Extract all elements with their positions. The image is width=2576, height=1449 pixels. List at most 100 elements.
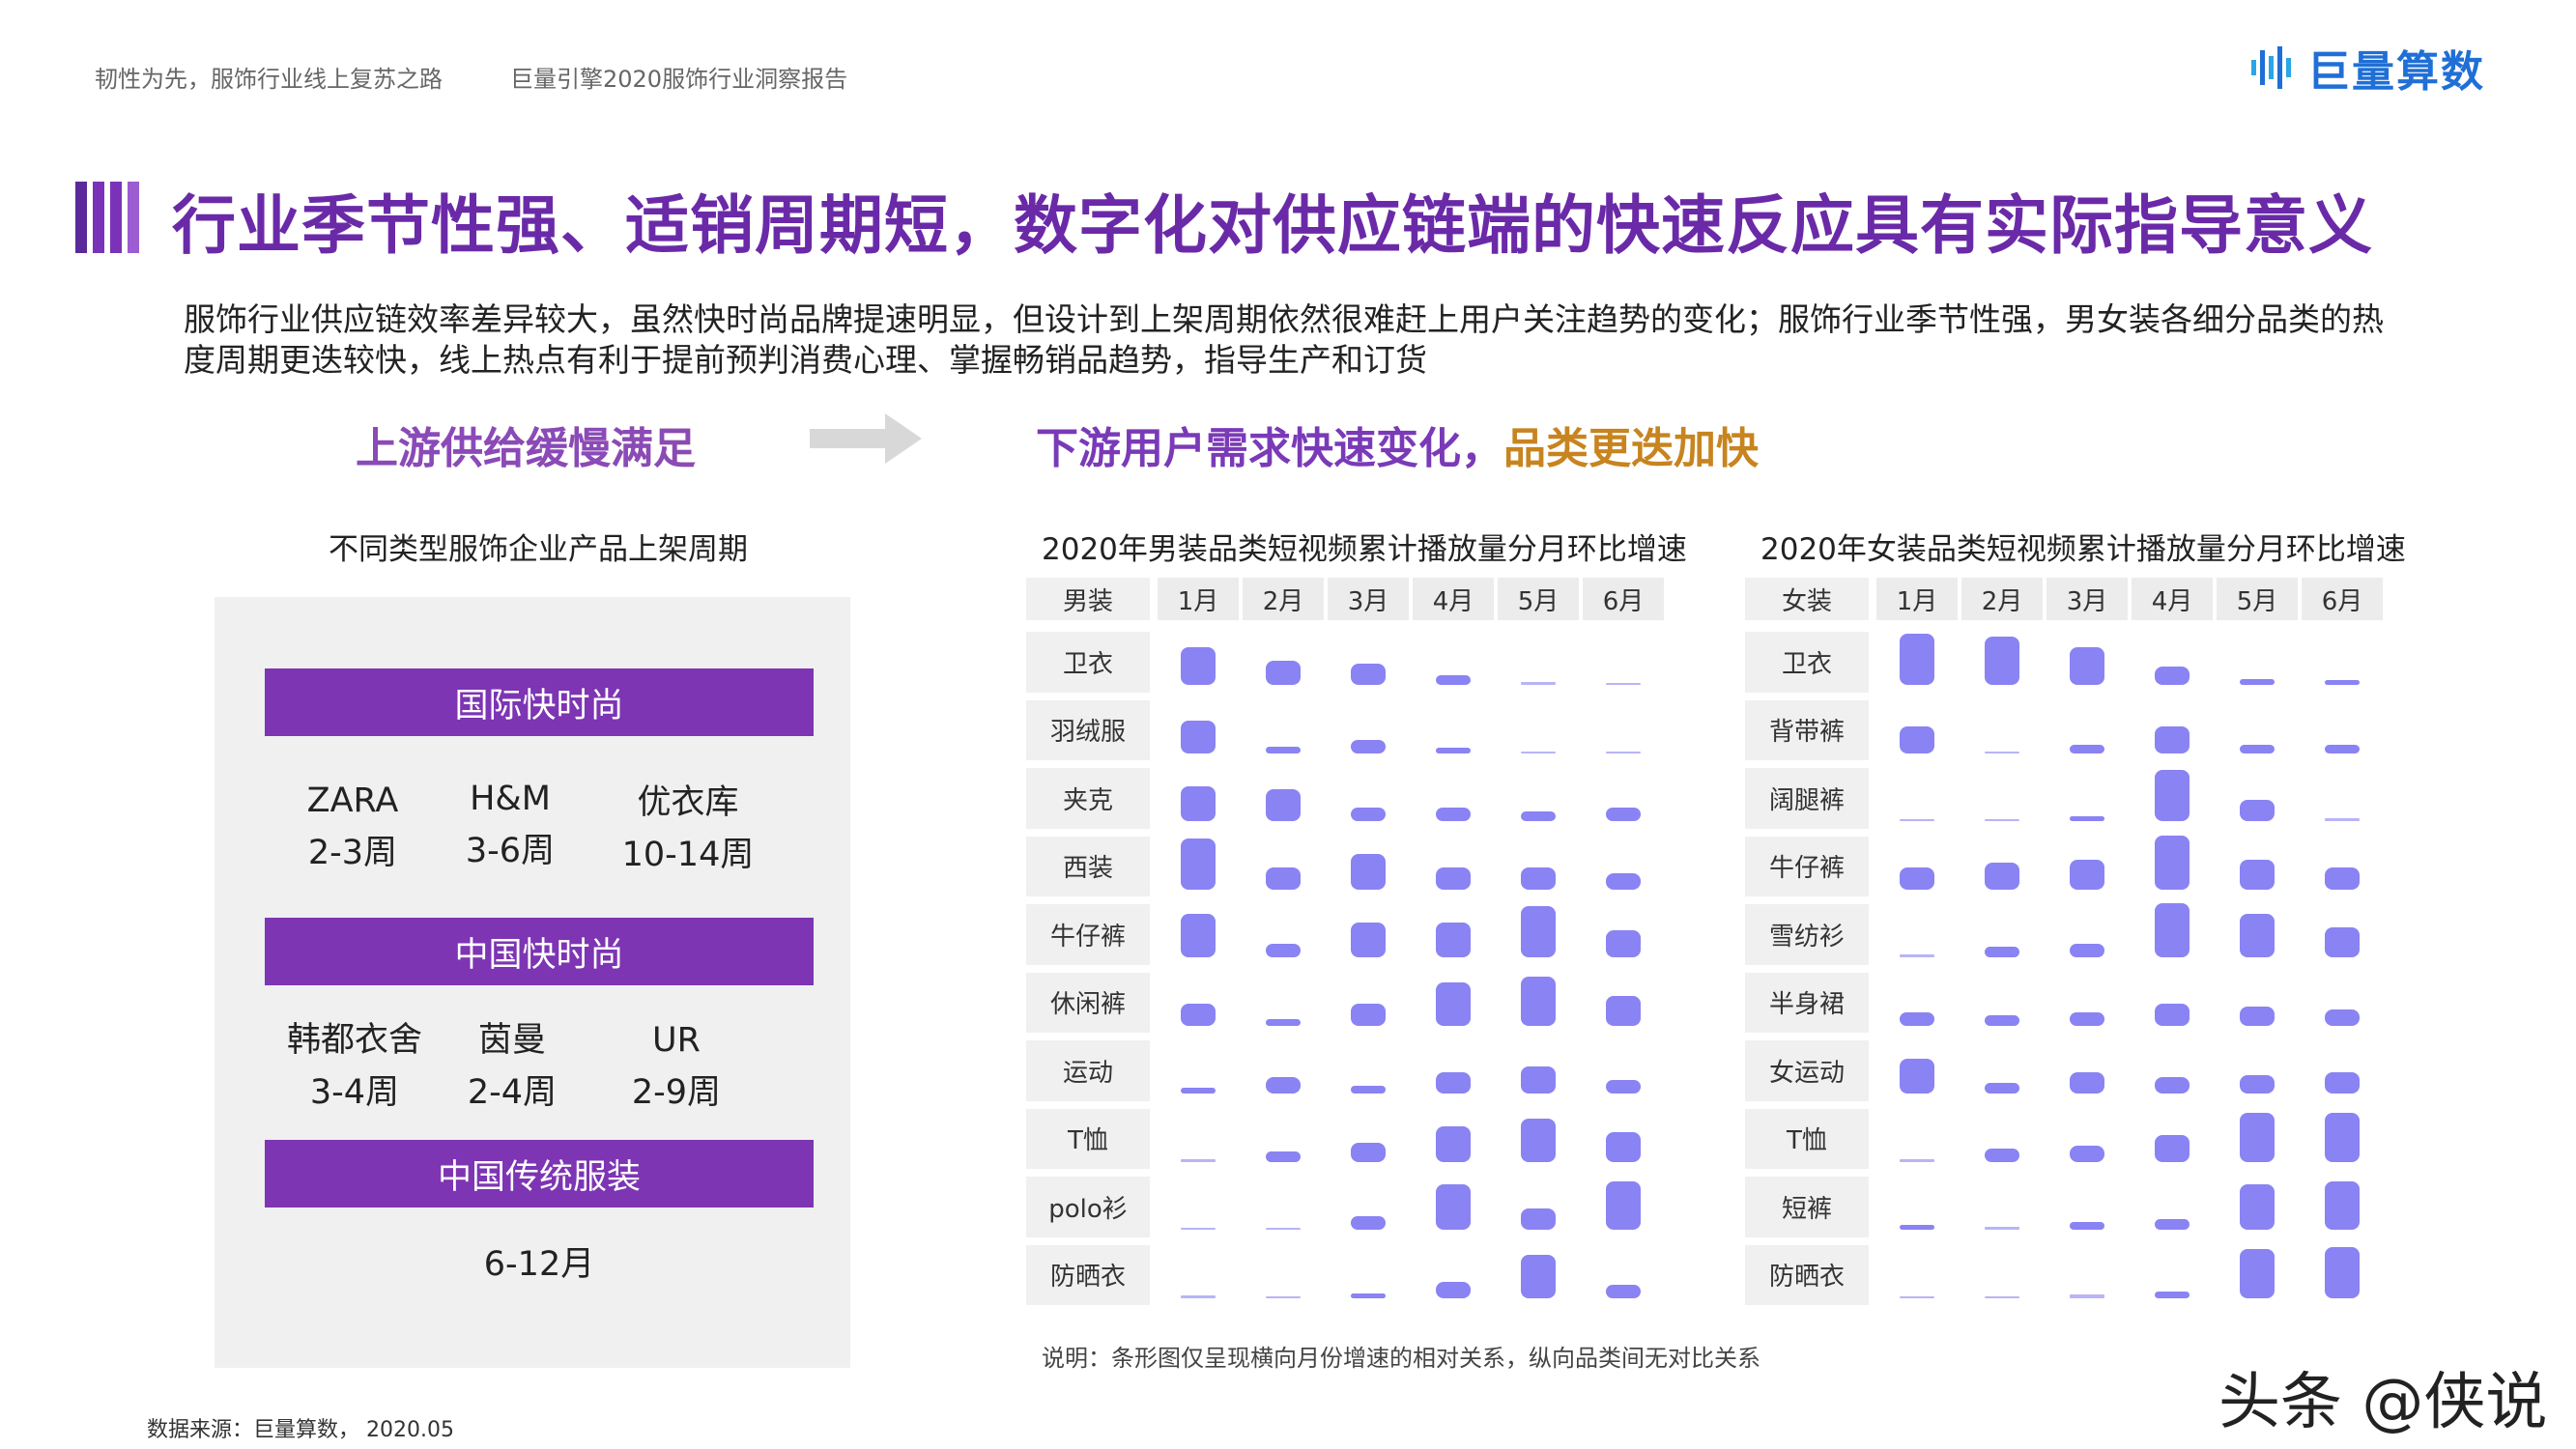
growth-bar <box>1436 1126 1471 1162</box>
brand-name: H&M <box>470 780 551 818</box>
month-header: 5月 <box>1498 578 1579 620</box>
growth-bar <box>2070 1145 2104 1162</box>
growth-bar <box>1436 808 1471 822</box>
title-decoration <box>75 182 151 253</box>
growth-bar <box>1521 1254 1556 1298</box>
growth-bar <box>2155 1219 2190 1231</box>
growth-bar <box>1900 634 1934 686</box>
growth-bar <box>1521 751 1556 753</box>
group-bar-china-fast-fashion: 中国快时尚 <box>265 918 814 985</box>
growth-bar <box>1266 867 1301 890</box>
month-header: 3月 <box>2046 578 2128 620</box>
growth-bar <box>2155 1077 2190 1094</box>
growth-bar <box>1606 683 1641 686</box>
category-label: 防晒衣 <box>1026 1244 1150 1305</box>
growth-bar <box>2240 799 2275 822</box>
description: 服饰行业供应链效率差异较大，虽然快时尚品牌提速明显，但设计到上架周期依然很难赶上… <box>184 300 2384 379</box>
growth-bar <box>1985 862 2019 890</box>
brand-period: 3-6周 <box>465 832 556 870</box>
growth-bar <box>2070 859 2104 890</box>
growth-bar <box>1521 977 1556 1026</box>
growth-bar <box>1436 748 1471 753</box>
category-label: 防晒衣 <box>1745 1244 1869 1305</box>
growth-bar <box>1900 1158 1934 1162</box>
left-panel-title: 不同类型服饰企业产品上架周期 <box>329 532 748 567</box>
growth-bar <box>1266 944 1301 958</box>
month-header: 6月 <box>2302 578 2383 620</box>
growth-bar <box>1351 854 1386 890</box>
growth-bar <box>1985 947 2019 958</box>
brand-period: 10-14周 <box>621 836 755 874</box>
growth-bar <box>1900 725 1934 753</box>
growth-bar <box>1351 1293 1386 1298</box>
growth-bar <box>2155 725 2190 753</box>
month-header: 2月 <box>1961 578 2043 620</box>
growth-bar <box>1181 785 1216 822</box>
category-label: 羽绒服 <box>1026 699 1150 760</box>
growth-bar <box>1606 930 1641 958</box>
growth-bar <box>1351 1004 1386 1026</box>
growth-bar <box>1436 1281 1471 1298</box>
growth-bar <box>2240 1249 2275 1298</box>
growth-bar <box>1900 954 1934 958</box>
growth-bar <box>2240 1074 2275 1094</box>
category-label: polo衫 <box>1026 1177 1150 1237</box>
growth-bar <box>1900 1224 1934 1231</box>
right-heading-highlight: 品类更迭加快 <box>1503 424 1759 473</box>
growth-bar <box>2155 666 2190 686</box>
growth-bar <box>1266 788 1301 822</box>
growth-bar <box>1181 647 1216 686</box>
brand-name: 优衣库 <box>637 783 739 822</box>
group-bar-intl-fast-fashion: 国际快时尚 <box>265 668 814 736</box>
brand-handu: 韩都衣舍 3-4周 <box>282 1014 427 1119</box>
growth-bar <box>2240 678 2275 686</box>
month-header: 2月 <box>1243 578 1324 620</box>
report-name: 巨量引擎2020服饰行业洞察报告 <box>510 66 848 93</box>
growth-bar <box>1606 1284 1641 1298</box>
brand-name: 茵曼 <box>477 1021 546 1060</box>
month-header: 4月 <box>2132 578 2213 620</box>
corner-label: 女装 <box>1745 578 1869 620</box>
growth-bar <box>1985 1148 2019 1162</box>
growth-bar <box>1900 1295 1934 1298</box>
group-bar-china-traditional: 中国传统服装 <box>265 1140 814 1208</box>
growth-bar <box>1985 636 2019 686</box>
growth-bar <box>1351 739 1386 753</box>
category-label: 短裤 <box>1745 1177 1869 1237</box>
brand-inman: 茵曼 2-4周 <box>454 1014 570 1119</box>
growth-bar <box>2070 1011 2104 1026</box>
growth-bar <box>1181 1087 1216 1094</box>
watermark: 头条 @侠说 <box>2218 1367 2548 1438</box>
growth-bar <box>2155 1134 2190 1162</box>
growth-bar <box>1351 1143 1386 1162</box>
category-label: 休闲裤 <box>1026 972 1150 1033</box>
growth-bar <box>1521 867 1556 890</box>
category-label: 阔腿裤 <box>1745 768 1869 829</box>
corner-label: 男装 <box>1026 578 1150 620</box>
growth-bar <box>1606 1131 1641 1162</box>
women-chart-title: 2020年女装品类短视频累计播放量分月环比增速 <box>1760 532 2406 567</box>
growth-bar <box>2325 1113 2360 1162</box>
brand-period: 2-4周 <box>467 1073 558 1112</box>
growth-bar <box>1436 675 1471 686</box>
growth-bar <box>1521 906 1556 958</box>
growth-bar <box>1266 1295 1301 1298</box>
category-label: 运动 <box>1026 1040 1150 1101</box>
growth-bar <box>1181 1158 1216 1162</box>
growth-bar <box>2325 1246 2360 1298</box>
category-label: T恤 <box>1026 1108 1150 1169</box>
growth-bar <box>1606 751 1641 753</box>
growth-bar <box>2070 745 2104 753</box>
brand-zara: ZARA 2-3周 <box>290 775 415 879</box>
growth-bar <box>2240 1113 2275 1162</box>
brand-traditional-period: 6-12月 <box>483 1245 595 1284</box>
growth-bar <box>1181 838 1216 890</box>
growth-bar <box>1606 808 1641 822</box>
growth-bar <box>1436 1071 1471 1094</box>
growth-bar <box>1181 1228 1216 1231</box>
growth-bar <box>1606 1180 1641 1231</box>
growth-bar <box>2155 1004 2190 1026</box>
growth-bar <box>1985 751 2019 753</box>
growth-bar <box>1900 819 1934 822</box>
category-label: 牛仔裤 <box>1026 904 1150 965</box>
